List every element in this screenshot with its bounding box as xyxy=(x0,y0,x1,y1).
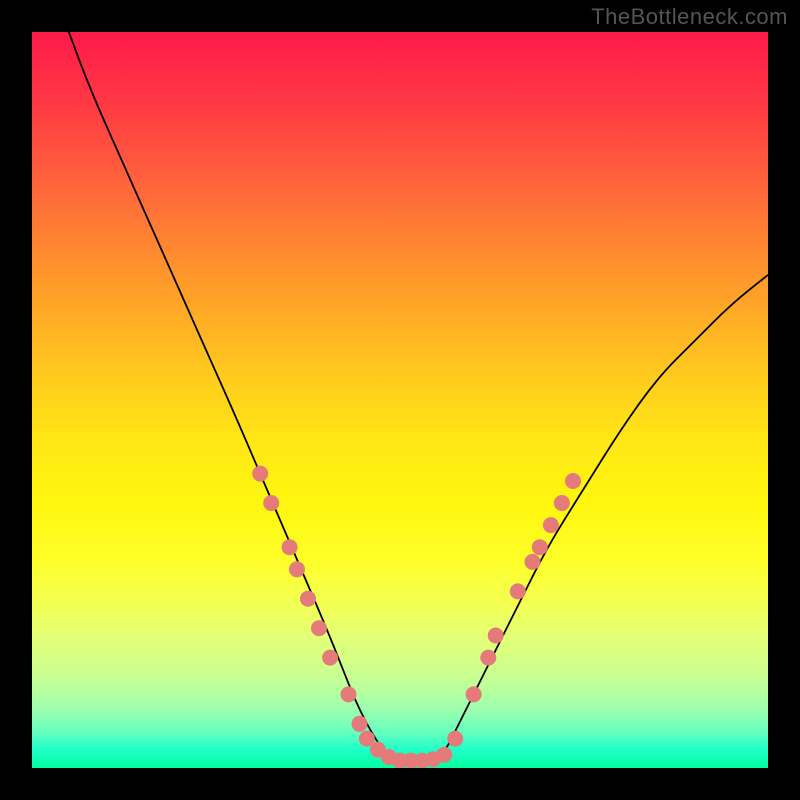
marker-dot xyxy=(352,716,368,732)
marker-dot xyxy=(282,539,298,555)
marker-dot xyxy=(447,731,463,747)
marker-dot xyxy=(252,466,268,482)
marker-dot xyxy=(554,495,570,511)
marker-dot xyxy=(510,583,526,599)
marker-dot xyxy=(488,628,504,644)
marker-dots-group xyxy=(252,466,581,768)
marker-dot xyxy=(480,650,496,666)
chart-svg-overlay xyxy=(32,32,768,768)
marker-dot xyxy=(565,473,581,489)
marker-dot xyxy=(322,650,338,666)
marker-dot xyxy=(466,686,482,702)
bottleneck-curve xyxy=(69,32,768,764)
marker-dot xyxy=(341,686,357,702)
marker-dot xyxy=(300,591,316,607)
marker-dot xyxy=(311,620,327,636)
marker-dot xyxy=(263,495,279,511)
marker-dot xyxy=(543,517,559,533)
watermark-text: TheBottleneck.com xyxy=(591,4,788,30)
marker-dot xyxy=(436,747,452,763)
marker-dot xyxy=(525,554,541,570)
chart-container: TheBottleneck.com xyxy=(0,0,800,800)
marker-dot xyxy=(532,539,548,555)
plot-area xyxy=(32,32,768,768)
marker-dot xyxy=(289,561,305,577)
